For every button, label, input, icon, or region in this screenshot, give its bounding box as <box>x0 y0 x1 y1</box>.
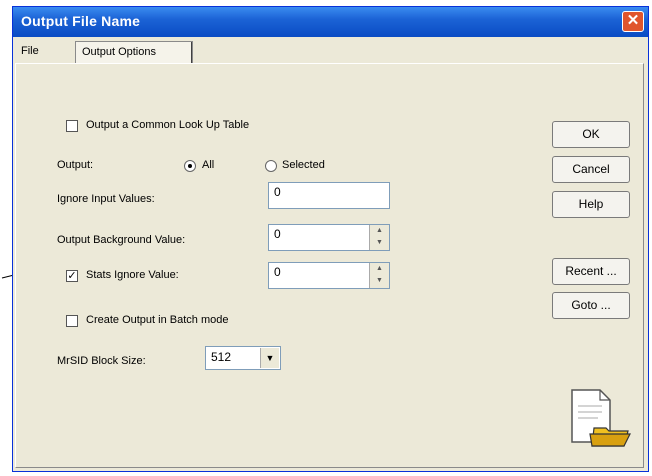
close-icon: ✕ <box>626 12 640 29</box>
tab-output-options[interactable]: Output Options <box>75 41 193 63</box>
spin-up-icon[interactable]: ▲ <box>370 263 389 275</box>
stats-ignore-text: 0 <box>274 265 281 279</box>
tab-file[interactable]: File <box>15 41 75 63</box>
common-lut-label: Output a Common Look Up Table <box>86 119 250 131</box>
chevron-down-icon[interactable]: ▼ <box>260 348 279 368</box>
common-lut-checkbox[interactable] <box>66 120 78 132</box>
output-label: Output: <box>57 159 94 171</box>
radio-all-label: All <box>202 159 215 171</box>
ignore-input-field[interactable]: 0 <box>268 182 390 209</box>
help-button[interactable]: Help <box>552 191 630 218</box>
stats-ignore-field[interactable]: 0 ▲ ▼ <box>268 262 390 289</box>
mrsid-value: 512 <box>211 350 232 364</box>
recent-button[interactable]: Recent ... <box>552 258 630 285</box>
mrsid-block-size-select[interactable]: 512 ▼ <box>205 346 281 370</box>
spin-down-icon[interactable]: ▼ <box>370 237 389 249</box>
stats-ignore-label: Stats Ignore Value: <box>86 269 179 281</box>
background-spinner[interactable]: ▲ ▼ <box>369 225 389 250</box>
ok-button[interactable]: OK <box>552 121 630 148</box>
background-value-field[interactable]: 0 ▲ ▼ <box>268 224 390 251</box>
output-options-panel: Output a Common Look Up Table Output: Al… <box>15 63 644 468</box>
dialog-window: Output File Name ✕ File Output Options O… <box>12 6 649 472</box>
stats-ignore-checkbox[interactable]: ✓ <box>66 270 78 282</box>
spin-down-icon[interactable]: ▼ <box>370 275 389 287</box>
cancel-button[interactable]: Cancel <box>552 156 630 183</box>
dialog-title: Output File Name <box>21 13 141 29</box>
background-value-text: 0 <box>274 227 281 241</box>
radio-selected[interactable] <box>265 160 277 172</box>
spin-up-icon[interactable]: ▲ <box>370 225 389 237</box>
stats-ignore-spinner[interactable]: ▲ ▼ <box>369 263 389 288</box>
goto-button[interactable]: Goto ... <box>552 292 630 319</box>
mrsid-label: MrSID Block Size: <box>57 355 146 367</box>
close-button[interactable]: ✕ <box>622 11 644 32</box>
ignore-input-label: Ignore Input Values: <box>57 193 155 205</box>
batch-mode-label: Create Output in Batch mode <box>86 314 229 326</box>
batch-mode-checkbox[interactable] <box>66 315 78 327</box>
radio-selected-label: Selected <box>282 159 325 171</box>
radio-all[interactable] <box>184 160 196 172</box>
document-folder-icon <box>571 389 631 447</box>
title-bar: Output File Name ✕ <box>13 7 648 37</box>
background-value-label: Output Background Value: <box>57 234 186 246</box>
